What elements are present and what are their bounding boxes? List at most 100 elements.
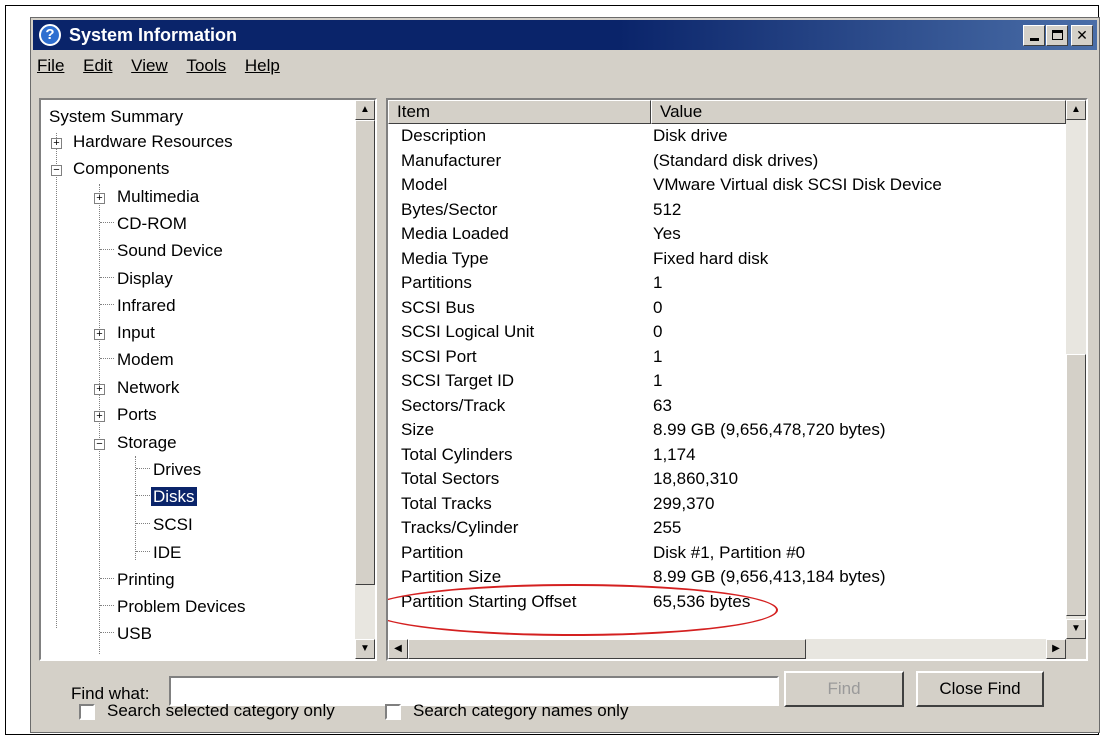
tree-label: Input <box>117 323 155 342</box>
system-information-window: ? System Information ✕ File Edit View To… <box>30 17 1100 733</box>
list-row[interactable]: Total Tracks 299,370 <box>388 492 1066 516</box>
scroll-left-arrow-icon[interactable]: ◀ <box>388 639 408 659</box>
list-row[interactable]: Partition Disk #1, Partition #0 <box>388 541 1066 565</box>
search-category-names-checkbox[interactable] <box>385 704 401 720</box>
list-row[interactable]: Description Disk drive <box>388 124 1066 148</box>
collapse-minus-icon[interactable]: − <box>94 439 105 450</box>
close-button[interactable]: ✕ <box>1071 25 1093 46</box>
menu-tools[interactable]: Tools <box>186 56 226 76</box>
list-row[interactable]: Partitions 1 <box>388 271 1066 295</box>
list-row[interactable]: SCSI Bus 0 <box>388 296 1066 320</box>
expand-plus-icon[interactable]: + <box>94 329 105 340</box>
scroll-down-arrow-icon[interactable]: ▼ <box>1066 619 1086 639</box>
tree-connector <box>136 551 150 552</box>
tree-connector <box>100 578 114 579</box>
tree-item-system-summary[interactable]: System Summary <box>49 106 183 130</box>
minimize-button[interactable] <box>1023 25 1045 46</box>
tree-item-display[interactable]: Display <box>117 268 173 292</box>
row-value-label: 299,370 <box>653 493 715 513</box>
row-value-label: 8.99 GB (9,656,413,184 bytes) <box>653 567 886 586</box>
column-header-value[interactable]: Value <box>651 100 1066 124</box>
scroll-up-arrow-icon[interactable]: ▲ <box>355 100 375 120</box>
tree-item-input[interactable]: Input <box>117 322 155 346</box>
list-row[interactable]: SCSI Port 1 <box>388 345 1066 369</box>
tree-item-printing[interactable]: Printing <box>117 569 175 593</box>
list-row[interactable]: Bytes/Sector 512 <box>388 198 1066 222</box>
row-value-label: 512 <box>653 199 682 219</box>
scrollbar-corner <box>1066 639 1086 659</box>
menu-help[interactable]: Help <box>245 56 280 76</box>
scroll-up-arrow-icon[interactable]: ▲ <box>1066 100 1086 120</box>
row-item-label: SCSI Port <box>401 346 477 366</box>
tree-connector <box>100 222 114 223</box>
expand-plus-icon[interactable]: + <box>94 384 105 395</box>
menu-edit[interactable]: Edit <box>83 56 112 76</box>
close-find-button[interactable]: Close Find <box>916 671 1044 707</box>
list-horizontal-scrollbar[interactable]: ◀ ▶ <box>388 639 1066 659</box>
tree-connector <box>56 133 57 628</box>
tree-item-cd-rom[interactable]: CD-ROM <box>117 213 187 237</box>
menu-view-label: View <box>131 56 168 75</box>
list-row[interactable]: Total Cylinders 1,174 <box>388 443 1066 467</box>
list-row[interactable]: Media Loaded Yes <box>388 222 1066 246</box>
tree-item-infrared[interactable]: Infrared <box>117 295 176 319</box>
tree-item-components[interactable]: Components <box>73 158 169 182</box>
tree-item-problem-devices[interactable]: Problem Devices <box>117 596 246 620</box>
find-button[interactable]: Find <box>784 671 904 707</box>
list-row[interactable]: Size 8.99 GB (9,656,478,720 bytes) <box>388 418 1066 442</box>
tree-item-usb[interactable]: USB <box>117 623 152 647</box>
menu-view[interactable]: View <box>131 56 168 76</box>
category-tree-pane[interactable]: System Summary + Hardware Resources − Co… <box>39 98 377 661</box>
maximize-button[interactable] <box>1046 25 1068 46</box>
tree-item-modem[interactable]: Modem <box>117 349 174 373</box>
row-value-label: (Standard disk drives) <box>653 150 819 170</box>
details-list-pane[interactable]: Item Value Description Disk drive Manufact… <box>386 98 1088 661</box>
tree-label: Ports <box>117 405 157 424</box>
menu-file[interactable]: File <box>37 56 64 76</box>
menu-tools-label: Tools <box>186 56 227 75</box>
row-value-label: Disk #1, Partition #0 <box>653 542 806 562</box>
tree-item-drives[interactable]: Drives <box>153 459 201 483</box>
tree-item-sound-device[interactable]: Sound Device <box>117 240 223 264</box>
row-item-label: Description <box>401 126 487 145</box>
title-bar[interactable]: ? System Information ✕ <box>33 20 1097 50</box>
tree-item-ports[interactable]: Ports <box>117 404 157 428</box>
help-question-icon: ? <box>39 24 61 46</box>
expand-plus-icon[interactable]: + <box>94 411 105 422</box>
search-category-names-label: Search category names only <box>413 701 629 720</box>
list-header: Item Value <box>388 100 1066 124</box>
tree-item-storage[interactable]: Storage <box>117 432 177 456</box>
scroll-down-arrow-icon[interactable]: ▼ <box>355 639 375 659</box>
row-value-label: 1,174 <box>653 444 696 464</box>
menu-edit-label: Edit <box>83 56 113 75</box>
list-row[interactable]: Sectors/Track 63 <box>388 394 1066 418</box>
tree-item-ide[interactable]: IDE <box>153 542 181 566</box>
list-vertical-scrollbar[interactable]: ▲ ▼ <box>1066 100 1086 639</box>
column-header-item[interactable]: Item <box>388 100 651 124</box>
scroll-thumb[interactable] <box>355 120 375 585</box>
tree-item-scsi[interactable]: SCSI <box>153 514 193 538</box>
list-row[interactable]: Media Type Fixed hard disk <box>388 247 1066 271</box>
list-row[interactable]: Total Sectors 18,860,310 <box>388 467 1066 491</box>
list-row[interactable]: Manufacturer (Standard disk drives) <box>388 149 1066 173</box>
tree-item-disks[interactable]: Disks <box>151 486 197 510</box>
tree-item-multimedia[interactable]: Multimedia <box>117 186 199 210</box>
search-selected-category-checkbox[interactable] <box>79 704 95 720</box>
expand-plus-icon[interactable]: + <box>51 138 62 149</box>
list-row[interactable]: SCSI Target ID 1 <box>388 369 1066 393</box>
expand-plus-icon[interactable]: + <box>94 193 105 204</box>
tree-label: CD-ROM <box>117 214 187 233</box>
scroll-thumb[interactable] <box>1066 354 1086 616</box>
list-row[interactable]: Tracks/Cylinder 255 <box>388 516 1066 540</box>
row-item-label: SCSI Bus <box>401 297 475 317</box>
tree-item-network[interactable]: Network <box>117 377 179 401</box>
menu-help-label: Help <box>244 56 280 75</box>
scroll-thumb[interactable] <box>408 639 806 659</box>
scroll-right-arrow-icon[interactable]: ▶ <box>1046 639 1066 659</box>
list-row[interactable]: SCSI Logical Unit 0 <box>388 320 1066 344</box>
tree-vertical-scrollbar[interactable]: ▲ ▼ <box>355 100 375 659</box>
menu-bar: File Edit View Tools Help <box>37 56 294 80</box>
list-row[interactable]: Model VMware Virtual disk SCSI Disk Devic… <box>388 173 1066 197</box>
collapse-minus-icon[interactable]: − <box>51 165 62 176</box>
tree-item-hardware-resources[interactable]: Hardware Resources <box>73 131 233 155</box>
